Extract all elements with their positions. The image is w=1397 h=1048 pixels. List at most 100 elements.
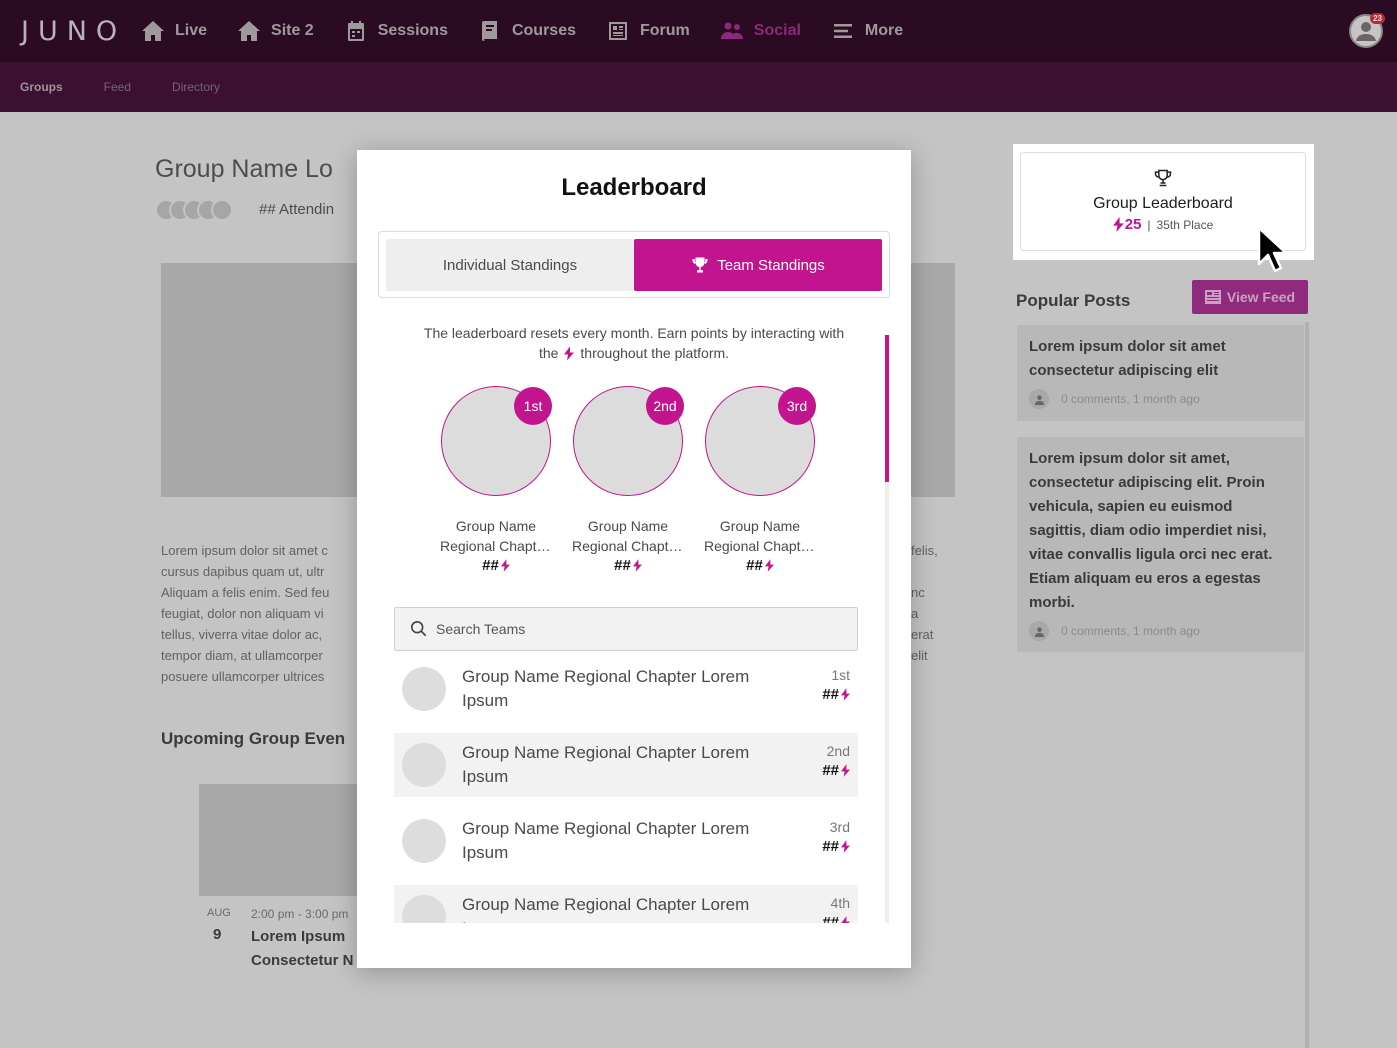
calendar-icon <box>347 21 364 41</box>
podium-second[interactable]: 2nd Group Name Regional Chapter Lorem Ip… <box>572 386 684 574</box>
standings-tabs: Individual Standings Team Standings <box>378 231 890 298</box>
group-description-right: felis, nc a erat elit <box>911 543 938 663</box>
team-avatar <box>402 895 446 923</box>
group-description: Lorem ipsum dolor sit amet c cursus dapib… <box>161 543 330 684</box>
podium-first[interactable]: 1st Group Name Regional Chapter Lorem Ip… <box>440 386 552 574</box>
nav-item-social[interactable]: Social <box>720 19 801 43</box>
bolt-icon <box>841 764 850 777</box>
nav-label: Social <box>753 22 801 39</box>
search-teams-input[interactable] <box>436 621 836 637</box>
tab-individual-standings[interactable]: Individual Standings <box>386 239 634 291</box>
team-avatar: 3rd <box>705 386 816 496</box>
trophy-icon <box>1153 168 1173 193</box>
event-month: AUG <box>207 907 231 919</box>
bolt-icon <box>632 559 642 572</box>
user-avatar[interactable]: 23 <box>1349 13 1385 48</box>
tab-team-standings[interactable]: Team Standings <box>634 239 882 291</box>
nav-item-live[interactable]: Live <box>141 19 207 43</box>
team-rank: 2nd <box>826 743 850 759</box>
upcoming-events-heading: Upcoming Group Even <box>161 729 346 748</box>
top-nav-bar: JUNO Live Site 2 Sessions Courses Forum … <box>0 0 1397 62</box>
subnav-feed[interactable]: Feed <box>104 80 131 94</box>
team-avatar: 1st <box>441 386 552 496</box>
home-icon <box>142 21 164 41</box>
standing-row[interactable]: Group Name Regional Chapter Lorem Ipsum … <box>394 657 858 721</box>
podium-name: Group Name <box>455 518 537 534</box>
rank-badge: 2nd <box>646 387 684 425</box>
team-score: ## <box>822 914 850 923</box>
juno-logo[interactable]: JUNO <box>21 16 139 47</box>
feed-icon <box>1204 290 1221 304</box>
podium-name: Group Name <box>587 518 669 534</box>
event-title[interactable]: Lorem Ipsum Consectetur N <box>251 925 357 973</box>
nav-label: More <box>864 22 904 39</box>
bolt-icon <box>841 840 850 853</box>
post-meta: 0 comments, 1 month ago <box>1061 624 1200 638</box>
attendee-avatars <box>155 199 233 221</box>
popular-post[interactable]: Lorem ipsum dolor sit amet, consectetur … <box>1017 437 1304 652</box>
team-name: Group Name Regional Chapter Lorem Ipsum <box>462 743 750 786</box>
leaderboard-modal: Leaderboard Individual Standings Team St… <box>357 150 911 968</box>
team-name: Group Name Regional Chapter Lorem Ipsum <box>462 895 750 923</box>
subnav-directory[interactable]: Directory <box>172 80 220 94</box>
leaderboard-intro: The leaderboard resets every month. Earn… <box>423 325 845 361</box>
people-icon <box>720 22 743 39</box>
team-avatar <box>402 667 446 711</box>
event-time: 2:00 pm - 3:00 pm <box>251 907 349 921</box>
popular-post[interactable]: Lorem ipsum dolor sit amet consectetur a… <box>1017 325 1304 421</box>
standing-row[interactable]: Group Name Regional Chapter Lorem Ipsum … <box>394 809 858 873</box>
view-feed-button[interactable]: View Feed <box>1192 280 1308 314</box>
podium-score: ## <box>704 557 816 574</box>
bolt-icon <box>1112 217 1124 232</box>
mouse-cursor-icon <box>1257 226 1288 273</box>
bolt-icon <box>564 346 575 361</box>
team-avatar <box>402 819 446 863</box>
sub-nav-bar: Groups Feed Directory <box>0 62 1397 112</box>
home-icon <box>238 21 261 41</box>
group-title: Group Name Lo <box>155 155 333 183</box>
podium-score: ## <box>572 557 684 574</box>
subnav-groups[interactable]: Groups <box>20 80 63 94</box>
post-meta: 0 comments, 1 month ago <box>1061 392 1200 406</box>
separator: | <box>1147 217 1151 232</box>
podium-name-cont: Regional Chapter Lorem Ipsum <box>440 538 552 554</box>
modal-scrollbar-thumb[interactable] <box>885 335 889 482</box>
event-image <box>199 784 359 896</box>
notification-badge: 23 <box>1370 13 1385 24</box>
user-icon <box>1029 621 1049 641</box>
team-rank: 3rd <box>829 819 850 835</box>
page-scrollbar[interactable] <box>1305 322 1309 1048</box>
user-icon <box>1029 389 1049 409</box>
nav-item-sessions[interactable]: Sessions <box>344 19 448 43</box>
leaderboard-card-title: Group Leaderboard <box>1093 195 1233 212</box>
podium-score: ## <box>440 557 552 574</box>
nav-label: Live <box>175 22 208 39</box>
nav-item-site-2[interactable]: Site 2 <box>237 19 314 43</box>
search-teams-field[interactable] <box>394 607 858 651</box>
bolt-icon <box>841 688 850 701</box>
nav-label: Site 2 <box>271 22 314 39</box>
post-text: Lorem ipsum dolor sit amet consectetur a… <box>1029 338 1226 379</box>
forum-icon <box>609 22 627 40</box>
standing-row[interactable]: Group Name Regional Chapter Lorem Ipsum … <box>394 885 858 923</box>
nav-item-forum[interactable]: Forum <box>606 19 690 43</box>
search-icon <box>410 620 427 637</box>
nav-item-courses[interactable]: Courses <box>478 19 576 43</box>
nav-label: Courses <box>511 22 576 39</box>
event-day: 9 <box>213 926 222 943</box>
rank-badge: 1st <box>514 387 552 425</box>
team-score: ## <box>822 686 850 703</box>
post-text: Lorem ipsum dolor sit amet, consectetur … <box>1029 450 1273 611</box>
standing-row[interactable]: Group Name Regional Chapter Lorem Ipsum … <box>394 733 858 797</box>
rank-badge: 3rd <box>778 387 816 425</box>
podium-name-cont: Regional Chapter Lorem Ipsum <box>704 538 816 554</box>
bolt-icon <box>841 916 850 923</box>
podium-third[interactable]: 3rd Group Name Regional Chapter Lorem Ip… <box>704 386 816 574</box>
team-standings-list[interactable]: Group Name Regional Chapter Lorem Ipsum … <box>394 657 858 923</box>
nav-label: Forum <box>640 22 690 39</box>
nav-item-more[interactable]: More <box>831 19 903 43</box>
popular-posts-heading: Popular Posts <box>1016 291 1131 310</box>
team-avatar: 2nd <box>573 386 684 496</box>
bolt-icon <box>500 559 510 572</box>
menu-icon <box>833 24 852 38</box>
